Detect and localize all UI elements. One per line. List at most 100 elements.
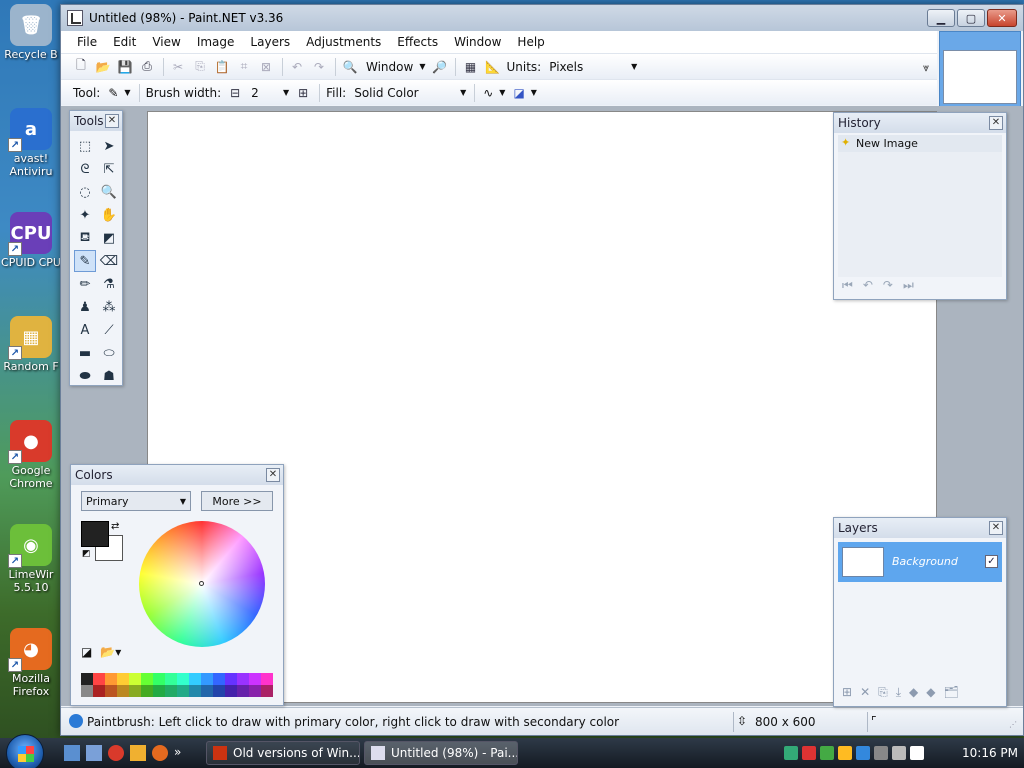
tray-icon[interactable]	[802, 746, 816, 760]
desktop-icon[interactable]: a ↗ avast! Antiviru	[0, 108, 62, 178]
palette-swatch[interactable]	[201, 673, 213, 685]
messenger-quick-icon[interactable]	[130, 745, 146, 761]
palette-swatch[interactable]	[105, 673, 117, 685]
color-picker-icon[interactable]: ⚗	[98, 273, 120, 295]
close-icon[interactable]: ✕	[989, 521, 1003, 535]
palette-swatch[interactable]	[93, 685, 105, 697]
clone-stamp-icon[interactable]: ♟	[74, 296, 96, 318]
cut-icon[interactable]: ✂	[168, 57, 188, 77]
tray-icon[interactable]	[838, 746, 852, 760]
line-curve-icon[interactable]: ⟋	[98, 319, 120, 341]
palette-swatch[interactable]	[93, 673, 105, 685]
tray-icon[interactable]	[856, 746, 870, 760]
paint-bucket-icon[interactable]: ⛾	[74, 227, 96, 249]
rounded-rectangle-icon[interactable]: ⬭	[98, 342, 120, 364]
magic-wand-icon[interactable]: ✦	[74, 204, 96, 226]
minimize-button[interactable]: ▁	[927, 9, 955, 27]
show-desktop-icon[interactable]	[64, 745, 80, 761]
swap-colors-icon[interactable]: ⇄	[111, 521, 119, 532]
move-selected-icon[interactable]: ⇱	[98, 158, 120, 180]
freeform-shape-icon[interactable]: ☗	[98, 365, 120, 387]
units-combo[interactable]: Pixels ▼	[545, 57, 641, 77]
palette-swatch[interactable]	[153, 685, 165, 697]
color-mode-combo[interactable]: Primary ▼	[81, 491, 191, 511]
move-layer-up-icon[interactable]: ◆	[909, 685, 918, 700]
palette-swatch[interactable]	[141, 685, 153, 697]
pan-hand-icon[interactable]: ✋	[98, 204, 120, 226]
rulers-icon[interactable]: 📐	[482, 57, 502, 77]
fill-combo[interactable]: Solid Color ▼	[350, 83, 470, 103]
palette-swatch[interactable]	[81, 685, 93, 697]
duplicate-layer-icon[interactable]: ⎘	[878, 685, 888, 700]
resize-grip-icon[interactable]: ⋰	[1009, 720, 1017, 729]
menu-effects[interactable]: Effects	[389, 35, 446, 49]
chrome-quick-icon[interactable]	[108, 745, 124, 761]
undo-icon[interactable]: ↶	[863, 278, 873, 293]
palette-swatch[interactable]	[201, 685, 213, 697]
firefox-quick-icon[interactable]	[152, 745, 168, 761]
copy-icon[interactable]: ⎘	[190, 57, 210, 77]
save-icon[interactable]: 💾	[115, 57, 135, 77]
palette-swatch[interactable]	[261, 685, 273, 697]
ellipse-select-icon[interactable]: ◌	[74, 181, 96, 203]
text-icon[interactable]: A	[74, 319, 96, 341]
ellipse-icon[interactable]: ⬬	[74, 365, 96, 387]
brush-width-combo[interactable]: 2 ▼	[247, 83, 293, 103]
taskbar-button[interactable]: Untitled (98%) - Pai...	[364, 741, 518, 765]
reset-colors-icon[interactable]: ◩	[82, 549, 91, 559]
desktop-icon[interactable]: 🗑 Recycle B	[0, 4, 62, 61]
primary-color-swatch[interactable]	[81, 521, 109, 547]
menu-layers[interactable]: Layers	[242, 35, 298, 49]
palette-swatch[interactable]	[237, 673, 249, 685]
palette-swatch[interactable]	[237, 685, 249, 697]
move-layer-down-icon[interactable]: ◆	[926, 685, 935, 700]
menu-edit[interactable]: Edit	[105, 35, 144, 49]
palette-swatch[interactable]	[165, 673, 177, 685]
desktop-icon[interactable]: ◉ ↗ LimeWir 5.5.10	[0, 524, 62, 594]
increase-width-icon[interactable]: ⊞	[293, 83, 313, 103]
rectangle-select-icon[interactable]: ⬚	[74, 135, 96, 157]
close-icon[interactable]: ✕	[266, 468, 280, 482]
palette-swatch[interactable]	[249, 685, 261, 697]
tray-icon[interactable]	[910, 746, 924, 760]
tray-icon[interactable]	[874, 746, 888, 760]
colors-panel-header[interactable]: Colors ✕	[71, 465, 283, 485]
toolbar-overflow-icon[interactable]: ⩔	[923, 61, 929, 75]
palette-swatch[interactable]	[177, 685, 189, 697]
palette-options-icon[interactable]: ◪	[81, 645, 92, 659]
palette-swatch[interactable]	[129, 685, 141, 697]
paintbrush-icon[interactable]: ✎	[74, 250, 96, 272]
lasso-select-icon[interactable]: ᘓ	[74, 158, 96, 180]
palette-swatch[interactable]	[189, 685, 201, 697]
palette-swatch[interactable]	[213, 685, 225, 697]
palette-swatch[interactable]	[225, 685, 237, 697]
rewind-icon[interactable]: ⏮	[842, 278, 853, 293]
switch-windows-icon[interactable]	[86, 745, 102, 761]
close-icon[interactable]: ✕	[105, 114, 119, 128]
undo-icon[interactable]: ↶	[287, 57, 307, 77]
rectangle-icon[interactable]: ▬	[74, 342, 96, 364]
desktop-icon[interactable]: ● ↗ Google Chrome	[0, 420, 62, 490]
merge-layer-icon[interactable]: ⤓	[896, 685, 901, 700]
menu-window[interactable]: Window	[446, 35, 509, 49]
menu-help[interactable]: Help	[509, 35, 552, 49]
palette-swatch[interactable]	[81, 673, 93, 685]
palette-swatch[interactable]	[165, 685, 177, 697]
palette-swatch[interactable]	[117, 673, 129, 685]
tools-panel-header[interactable]: Tools ✕	[70, 111, 122, 131]
close-icon[interactable]: ✕	[989, 116, 1003, 130]
menu-view[interactable]: View	[144, 35, 188, 49]
zoom-icon[interactable]: 🔍	[98, 181, 120, 203]
print-icon[interactable]: ⎙	[137, 57, 157, 77]
redo-icon[interactable]: ↷	[883, 278, 893, 293]
quick-launch-overflow-icon[interactable]: »	[174, 745, 181, 761]
grid-icon[interactable]: ▦	[460, 57, 480, 77]
menu-file[interactable]: File	[69, 35, 105, 49]
redo-icon[interactable]: ↷	[309, 57, 329, 77]
layer-visibility-checkbox[interactable]: ✓	[985, 555, 998, 568]
layers-panel-header[interactable]: Layers ✕	[834, 518, 1006, 538]
palette-swatch[interactable]	[189, 673, 201, 685]
tray-icon[interactable]	[820, 746, 834, 760]
paste-icon[interactable]: 📋	[212, 57, 232, 77]
desktop-icon[interactable]: CPU ↗ CPUID CPU	[0, 212, 62, 269]
